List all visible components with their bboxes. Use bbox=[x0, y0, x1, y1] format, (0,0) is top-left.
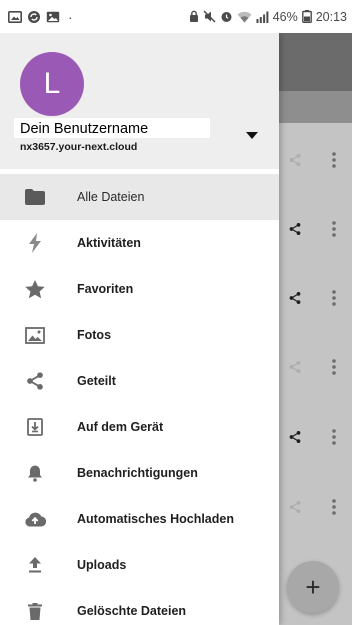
notification-dot: · bbox=[68, 8, 73, 25]
bell-icon bbox=[24, 462, 46, 484]
more-vertical-icon bbox=[332, 429, 336, 445]
share-icon bbox=[24, 370, 46, 392]
avatar-letter: L bbox=[43, 67, 61, 100]
share-icon bbox=[289, 292, 301, 304]
navigation-drawer: L Dein Benutzername nx3657.your-next.clo… bbox=[0, 33, 279, 625]
background-file-row bbox=[279, 125, 352, 195]
plus-icon: + bbox=[305, 572, 321, 602]
upload-icon bbox=[24, 554, 46, 576]
alarm-icon bbox=[220, 10, 233, 23]
menu-item-alle-dateien[interactable]: Alle Dateien bbox=[0, 174, 279, 220]
username[interactable]: Dein Benutzername bbox=[20, 121, 148, 137]
more-vertical-icon bbox=[332, 152, 336, 168]
battery-icon bbox=[301, 10, 312, 23]
menu-item-fotos[interactable]: Fotos bbox=[0, 312, 279, 358]
add-fab-button[interactable]: + bbox=[287, 561, 339, 613]
avatar[interactable]: L bbox=[20, 52, 84, 116]
menu-item-benachrichtigungen[interactable]: Benachrichtigungen bbox=[0, 450, 279, 496]
menu-item-label: Alle Dateien bbox=[77, 190, 145, 204]
lightning-icon bbox=[24, 232, 46, 254]
lock-icon bbox=[189, 10, 199, 23]
trash-icon bbox=[24, 600, 46, 622]
menu-item-label: Automatisches Hochladen bbox=[77, 512, 234, 526]
menu-item-label: Geteilt bbox=[77, 374, 116, 388]
server-address[interactable]: nx3657.your-next.cloud bbox=[20, 141, 137, 153]
menu-item-aktivitaeten[interactable]: Aktivitäten bbox=[0, 220, 279, 266]
status-bar: · 46% 20:13 bbox=[0, 0, 352, 33]
background-file-row bbox=[279, 194, 352, 264]
wifi-icon bbox=[237, 11, 252, 23]
background-file-row bbox=[279, 263, 352, 333]
cloud-upload-icon bbox=[24, 508, 46, 530]
gallery-icon bbox=[8, 10, 22, 23]
share-icon bbox=[289, 361, 301, 373]
clock: 20:13 bbox=[315, 9, 347, 24]
signal-icon bbox=[256, 11, 269, 23]
background-file-row bbox=[279, 472, 352, 542]
share-icon bbox=[289, 154, 301, 166]
share-icon bbox=[289, 223, 301, 235]
sync-icon bbox=[27, 10, 41, 24]
battery-percent: 46% bbox=[272, 9, 298, 24]
star-icon bbox=[24, 278, 46, 300]
menu-item-label: Gelöschte Dateien bbox=[77, 604, 187, 618]
screen: + · 46% 20:13 L Dein Benutzername nx3657… bbox=[0, 0, 352, 625]
menu-item-label: Auf dem Gerät bbox=[77, 420, 164, 434]
share-icon bbox=[289, 501, 301, 513]
menu-item-auf-dem-geraet[interactable]: Auf dem Gerät bbox=[0, 404, 279, 450]
share-icon bbox=[289, 431, 301, 443]
menu-item-label: Aktivitäten bbox=[77, 236, 141, 250]
menu-item-geloeschte-dateien[interactable]: Gelöschte Dateien bbox=[0, 588, 279, 625]
arrow-drop-down-icon[interactable] bbox=[244, 129, 260, 141]
menu-item-label: Uploads bbox=[77, 558, 127, 572]
menu-item-automatisches-hochladen[interactable]: Automatisches Hochladen bbox=[0, 496, 279, 542]
drawer-menu: Alle Dateien Aktivitäten Favoriten Fotos bbox=[0, 174, 279, 625]
menu-item-favoriten[interactable]: Favoriten bbox=[0, 266, 279, 312]
menu-item-geteilt[interactable]: Geteilt bbox=[0, 358, 279, 404]
menu-item-label: Favoriten bbox=[77, 282, 134, 296]
image-icon bbox=[24, 324, 46, 346]
photo-icon bbox=[46, 11, 60, 23]
background-file-row bbox=[279, 402, 352, 472]
background-file-row bbox=[279, 332, 352, 402]
more-vertical-icon bbox=[332, 499, 336, 515]
device-download-icon bbox=[24, 416, 46, 438]
more-vertical-icon bbox=[332, 359, 336, 375]
more-vertical-icon bbox=[332, 221, 336, 237]
drawer-header: L Dein Benutzername nx3657.your-next.clo… bbox=[0, 33, 279, 169]
menu-item-uploads[interactable]: Uploads bbox=[0, 542, 279, 588]
menu-item-label: Fotos bbox=[77, 328, 112, 342]
mute-icon bbox=[203, 10, 216, 23]
menu-item-label: Benachrichtigungen bbox=[77, 466, 198, 480]
folder-icon bbox=[24, 186, 46, 208]
more-vertical-icon bbox=[332, 290, 336, 306]
